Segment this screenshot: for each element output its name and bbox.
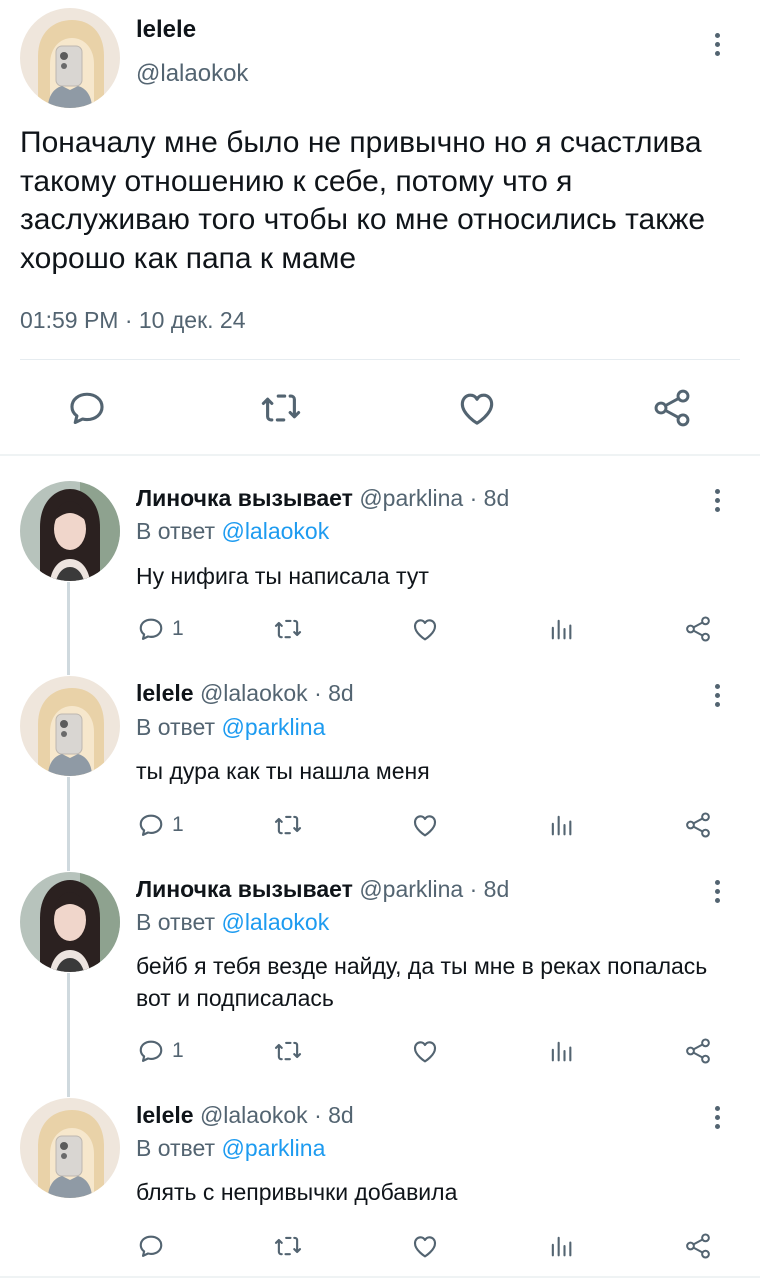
retweet-button[interactable] (273, 810, 303, 840)
reply-header: lelele @lalaokok · 8d (136, 680, 354, 707)
reply-to-link[interactable]: @lalaokok (221, 518, 329, 544)
reply-button[interactable]: 1 (136, 614, 184, 644)
reply-header: lelele @lalaokok · 8d (136, 1102, 354, 1129)
views-icon (547, 1231, 575, 1261)
reply-to-prefix: В ответ (136, 518, 216, 544)
retweet-icon (273, 614, 303, 644)
reply-header: Линочка вызывает @parklina · 8d (136, 876, 509, 903)
main-author-name[interactable]: lelele (136, 16, 196, 44)
reply-to-link[interactable]: @parklina (221, 714, 325, 740)
reply-time: · 8d (314, 680, 354, 706)
like-icon[interactable] (455, 386, 499, 430)
share-icon[interactable] (650, 386, 694, 430)
reply-author-handle[interactable]: @parklina (359, 876, 463, 902)
retweet-button[interactable] (273, 614, 303, 644)
divider (20, 359, 740, 360)
reply-button[interactable] (136, 1231, 172, 1261)
like-icon (410, 1231, 440, 1261)
reply-to-prefix: В ответ (136, 909, 216, 935)
reply-avatar[interactable] (20, 1098, 120, 1198)
reply-author-handle[interactable]: @lalaokok (200, 1102, 308, 1128)
like-icon (410, 614, 440, 644)
more-options-icon[interactable] (705, 1102, 729, 1132)
main-author-handle[interactable]: @lalaokok (136, 60, 248, 88)
views-button[interactable] (547, 614, 575, 644)
like-button[interactable] (410, 810, 440, 840)
reply-text: Ну нифига ты написала тут (136, 563, 429, 589)
more-options-icon[interactable] (705, 29, 729, 59)
views-button[interactable] (547, 810, 575, 840)
share-button[interactable] (683, 810, 713, 840)
retweet-button[interactable] (273, 1036, 303, 1066)
reply-text: ты дура как ты нашла меня (136, 758, 430, 784)
reply-header: Линочка вызывает @parklina · 8d (136, 485, 509, 512)
reply-to-link[interactable]: @parklina (221, 1135, 325, 1161)
share-icon (683, 1231, 713, 1261)
reply-text: бейб я тебя везде найду, да ты мне в рек… (136, 953, 708, 1011)
reply-avatar[interactable] (20, 676, 120, 776)
reply-to-prefix: В ответ (136, 714, 216, 740)
like-button[interactable] (410, 1036, 440, 1066)
reply-to-line: В ответ @parklina (136, 714, 325, 741)
share-icon (683, 1036, 713, 1066)
reply-avatar[interactable] (20, 872, 120, 972)
views-icon (547, 810, 575, 840)
reply-to-line: В ответ @lalaokok (136, 909, 329, 936)
reply-icon (136, 810, 166, 840)
thread-line (67, 973, 70, 1097)
reply-author-name[interactable]: lelele (136, 680, 194, 706)
reply-author-handle[interactable]: @parklina (359, 485, 463, 511)
reply-count: 1 (172, 813, 184, 836)
retweet-button[interactable] (273, 1231, 303, 1261)
section-separator (0, 1276, 760, 1278)
reply-to-link[interactable]: @lalaokok (221, 909, 329, 935)
views-icon (547, 614, 575, 644)
thread-line (67, 582, 70, 675)
reply-time: · 8d (469, 485, 510, 511)
reply-icon (136, 1231, 166, 1261)
share-button[interactable] (683, 1231, 713, 1261)
reply-to-line: В ответ @parklina (136, 1135, 325, 1162)
reply-author-name[interactable]: Линочка вызывает (136, 485, 353, 511)
reply-button[interactable]: 1 (136, 810, 184, 840)
reply-to-line: В ответ @lalaokok (136, 518, 329, 545)
reply-to-prefix: В ответ (136, 1135, 216, 1161)
reply-icon (136, 1036, 166, 1066)
views-button[interactable] (547, 1036, 575, 1066)
more-options-icon[interactable] (705, 485, 729, 515)
retweet-icon (273, 1036, 303, 1066)
more-options-icon[interactable] (705, 876, 729, 906)
reply-count: 1 (172, 617, 184, 640)
reply-author-name[interactable]: lelele (136, 1102, 194, 1128)
like-icon (410, 810, 440, 840)
reply-text: блять с непривычки добавила (136, 1179, 458, 1205)
reply-author-handle[interactable]: @lalaokok (200, 680, 308, 706)
retweet-icon (273, 1231, 303, 1261)
reply-avatar[interactable] (20, 481, 120, 581)
retweet-icon[interactable] (259, 386, 303, 430)
share-button[interactable] (683, 614, 713, 644)
retweet-icon (273, 810, 303, 840)
reply-icon[interactable] (65, 386, 109, 430)
reply-time: · 8d (314, 1102, 354, 1128)
views-icon (547, 1036, 575, 1066)
share-icon (683, 810, 713, 840)
main-author-avatar[interactable] (20, 8, 120, 108)
reply-count: 1 (172, 1039, 184, 1062)
section-separator (0, 454, 760, 456)
share-icon (683, 614, 713, 644)
views-button[interactable] (547, 1231, 575, 1261)
more-options-icon[interactable] (705, 680, 729, 710)
main-tweet-timestamp[interactable]: 01:59 PM · 10 дек. 24 (20, 307, 246, 334)
reply-author-name[interactable]: Линочка вызывает (136, 876, 353, 902)
reply-icon (136, 614, 166, 644)
reply-time: · 8d (469, 876, 510, 902)
like-icon (410, 1036, 440, 1066)
thread-line (67, 777, 70, 871)
share-button[interactable] (683, 1036, 713, 1066)
main-tweet-text: Поначалу мне было не привычно но я счаст… (20, 126, 706, 276)
like-button[interactable] (410, 1231, 440, 1261)
reply-button[interactable]: 1 (136, 1036, 184, 1066)
like-button[interactable] (410, 614, 440, 644)
